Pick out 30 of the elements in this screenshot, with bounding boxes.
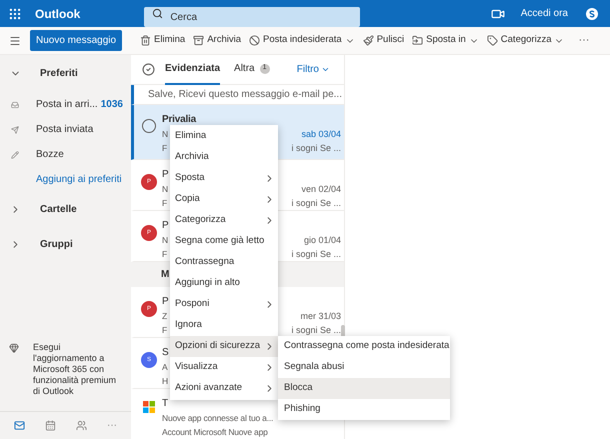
sender-name: P bbox=[162, 168, 168, 182]
message-preview: Salve, Ricevi questo messaggio e-mail pe... bbox=[148, 88, 342, 102]
message-preview: i sogni Se ... bbox=[291, 142, 341, 155]
message-preview: F bbox=[162, 142, 167, 155]
message-subject: N bbox=[162, 234, 168, 247]
unread-count: 1036 bbox=[100, 98, 123, 112]
message-date: mer 31/03 bbox=[300, 310, 341, 323]
sender-name: T bbox=[162, 397, 168, 411]
message-preview: H bbox=[162, 375, 168, 388]
message-preview: i sogni Se ... bbox=[291, 197, 341, 210]
sender-name: Privalia bbox=[162, 113, 196, 127]
group-header: M bbox=[161, 268, 170, 282]
message-preview: i sogni Se ... bbox=[291, 248, 341, 261]
sender-name: S bbox=[162, 346, 168, 360]
sender-name: P bbox=[162, 295, 168, 309]
message-subject: N bbox=[162, 128, 168, 141]
message-preview: F bbox=[162, 248, 167, 261]
message-preview: F bbox=[162, 197, 167, 210]
message-subject: N bbox=[162, 183, 168, 196]
message-date: sab 03/04 bbox=[301, 128, 341, 141]
message-subject: Z bbox=[162, 310, 167, 323]
message-preview: F bbox=[162, 324, 167, 337]
message-preview: Account Microsoft Nuove app bbox=[162, 426, 268, 439]
message-subject: Nuove app connesse al tuo a... bbox=[162, 412, 274, 425]
app-title: Outlook bbox=[35, 6, 80, 22]
message-date: ven 02/04 bbox=[301, 183, 341, 196]
message-preview: i sogni Se ... bbox=[291, 324, 341, 337]
message-date: gio 01/04 bbox=[304, 234, 341, 247]
message-subject: A bbox=[162, 361, 168, 374]
sender-name: P bbox=[162, 219, 168, 233]
